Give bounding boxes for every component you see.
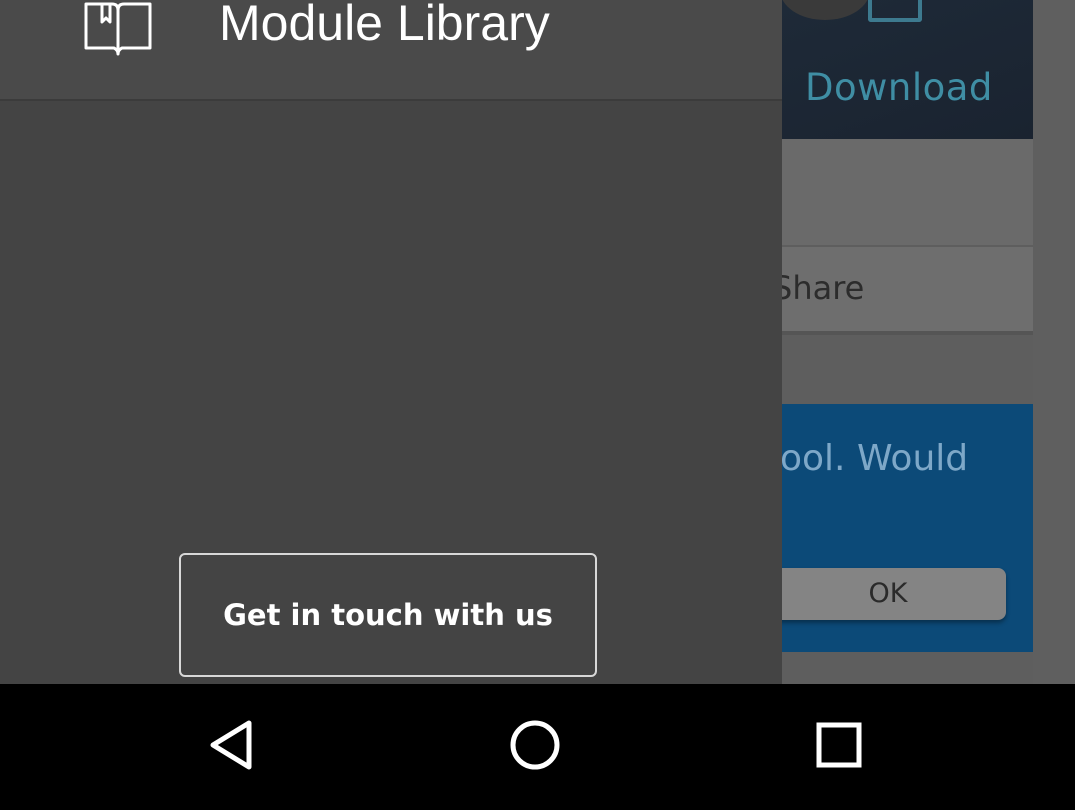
device-icon xyxy=(868,0,922,22)
share-label: Share xyxy=(772,269,865,307)
system-nav-bar xyxy=(0,684,1075,810)
drawer-title: Module Library xyxy=(219,0,550,51)
back-button[interactable] xyxy=(172,684,292,810)
ok-button: OK xyxy=(770,568,1006,620)
background-edge xyxy=(1033,0,1075,684)
drawer-header: Module Library xyxy=(0,0,782,101)
open-book-icon xyxy=(84,0,152,58)
notice-text: ool. Would xyxy=(780,438,969,479)
hero-image-shape xyxy=(780,0,870,20)
home-button[interactable] xyxy=(475,684,595,810)
get-in-touch-button[interactable]: Get in touch with us xyxy=(179,553,597,677)
back-triangle-icon xyxy=(207,719,257,775)
navigation-drawer: Module Library Get in touch with us xyxy=(0,0,782,684)
download-label: Download xyxy=(805,66,993,109)
recents-square-icon xyxy=(816,722,862,772)
home-circle-icon xyxy=(508,718,562,776)
recents-button[interactable] xyxy=(779,684,899,810)
